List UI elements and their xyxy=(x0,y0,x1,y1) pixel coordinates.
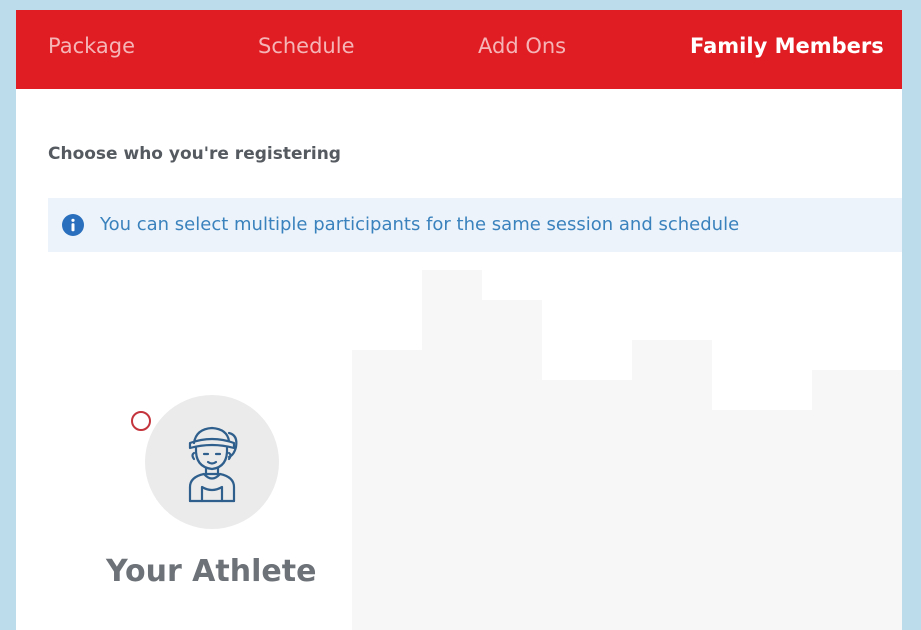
participant-avatar-your-athlete[interactable] xyxy=(145,395,279,529)
info-icon xyxy=(62,214,84,236)
tab-schedule[interactable]: Schedule xyxy=(258,32,355,60)
notice-text: You can select multiple participants for… xyxy=(100,214,740,235)
info-notice: You can select multiple participants for… xyxy=(48,198,902,252)
step-tabs: Package Schedule Add Ons Family Members xyxy=(16,10,902,89)
tab-add-ons[interactable]: Add Ons xyxy=(478,32,566,60)
participant-label-your-athlete: Your Athlete xyxy=(106,554,317,589)
athlete-avatar-icon xyxy=(188,426,238,503)
tab-family-members[interactable]: Family Members xyxy=(690,32,884,60)
participant-radio-your-athlete[interactable] xyxy=(131,411,151,431)
registration-panel: Package Schedule Add Ons Family Members … xyxy=(16,10,902,630)
background-skyline-illustration xyxy=(352,270,902,630)
section-heading: Choose who you're registering xyxy=(48,144,341,164)
tab-package[interactable]: Package xyxy=(48,32,135,60)
